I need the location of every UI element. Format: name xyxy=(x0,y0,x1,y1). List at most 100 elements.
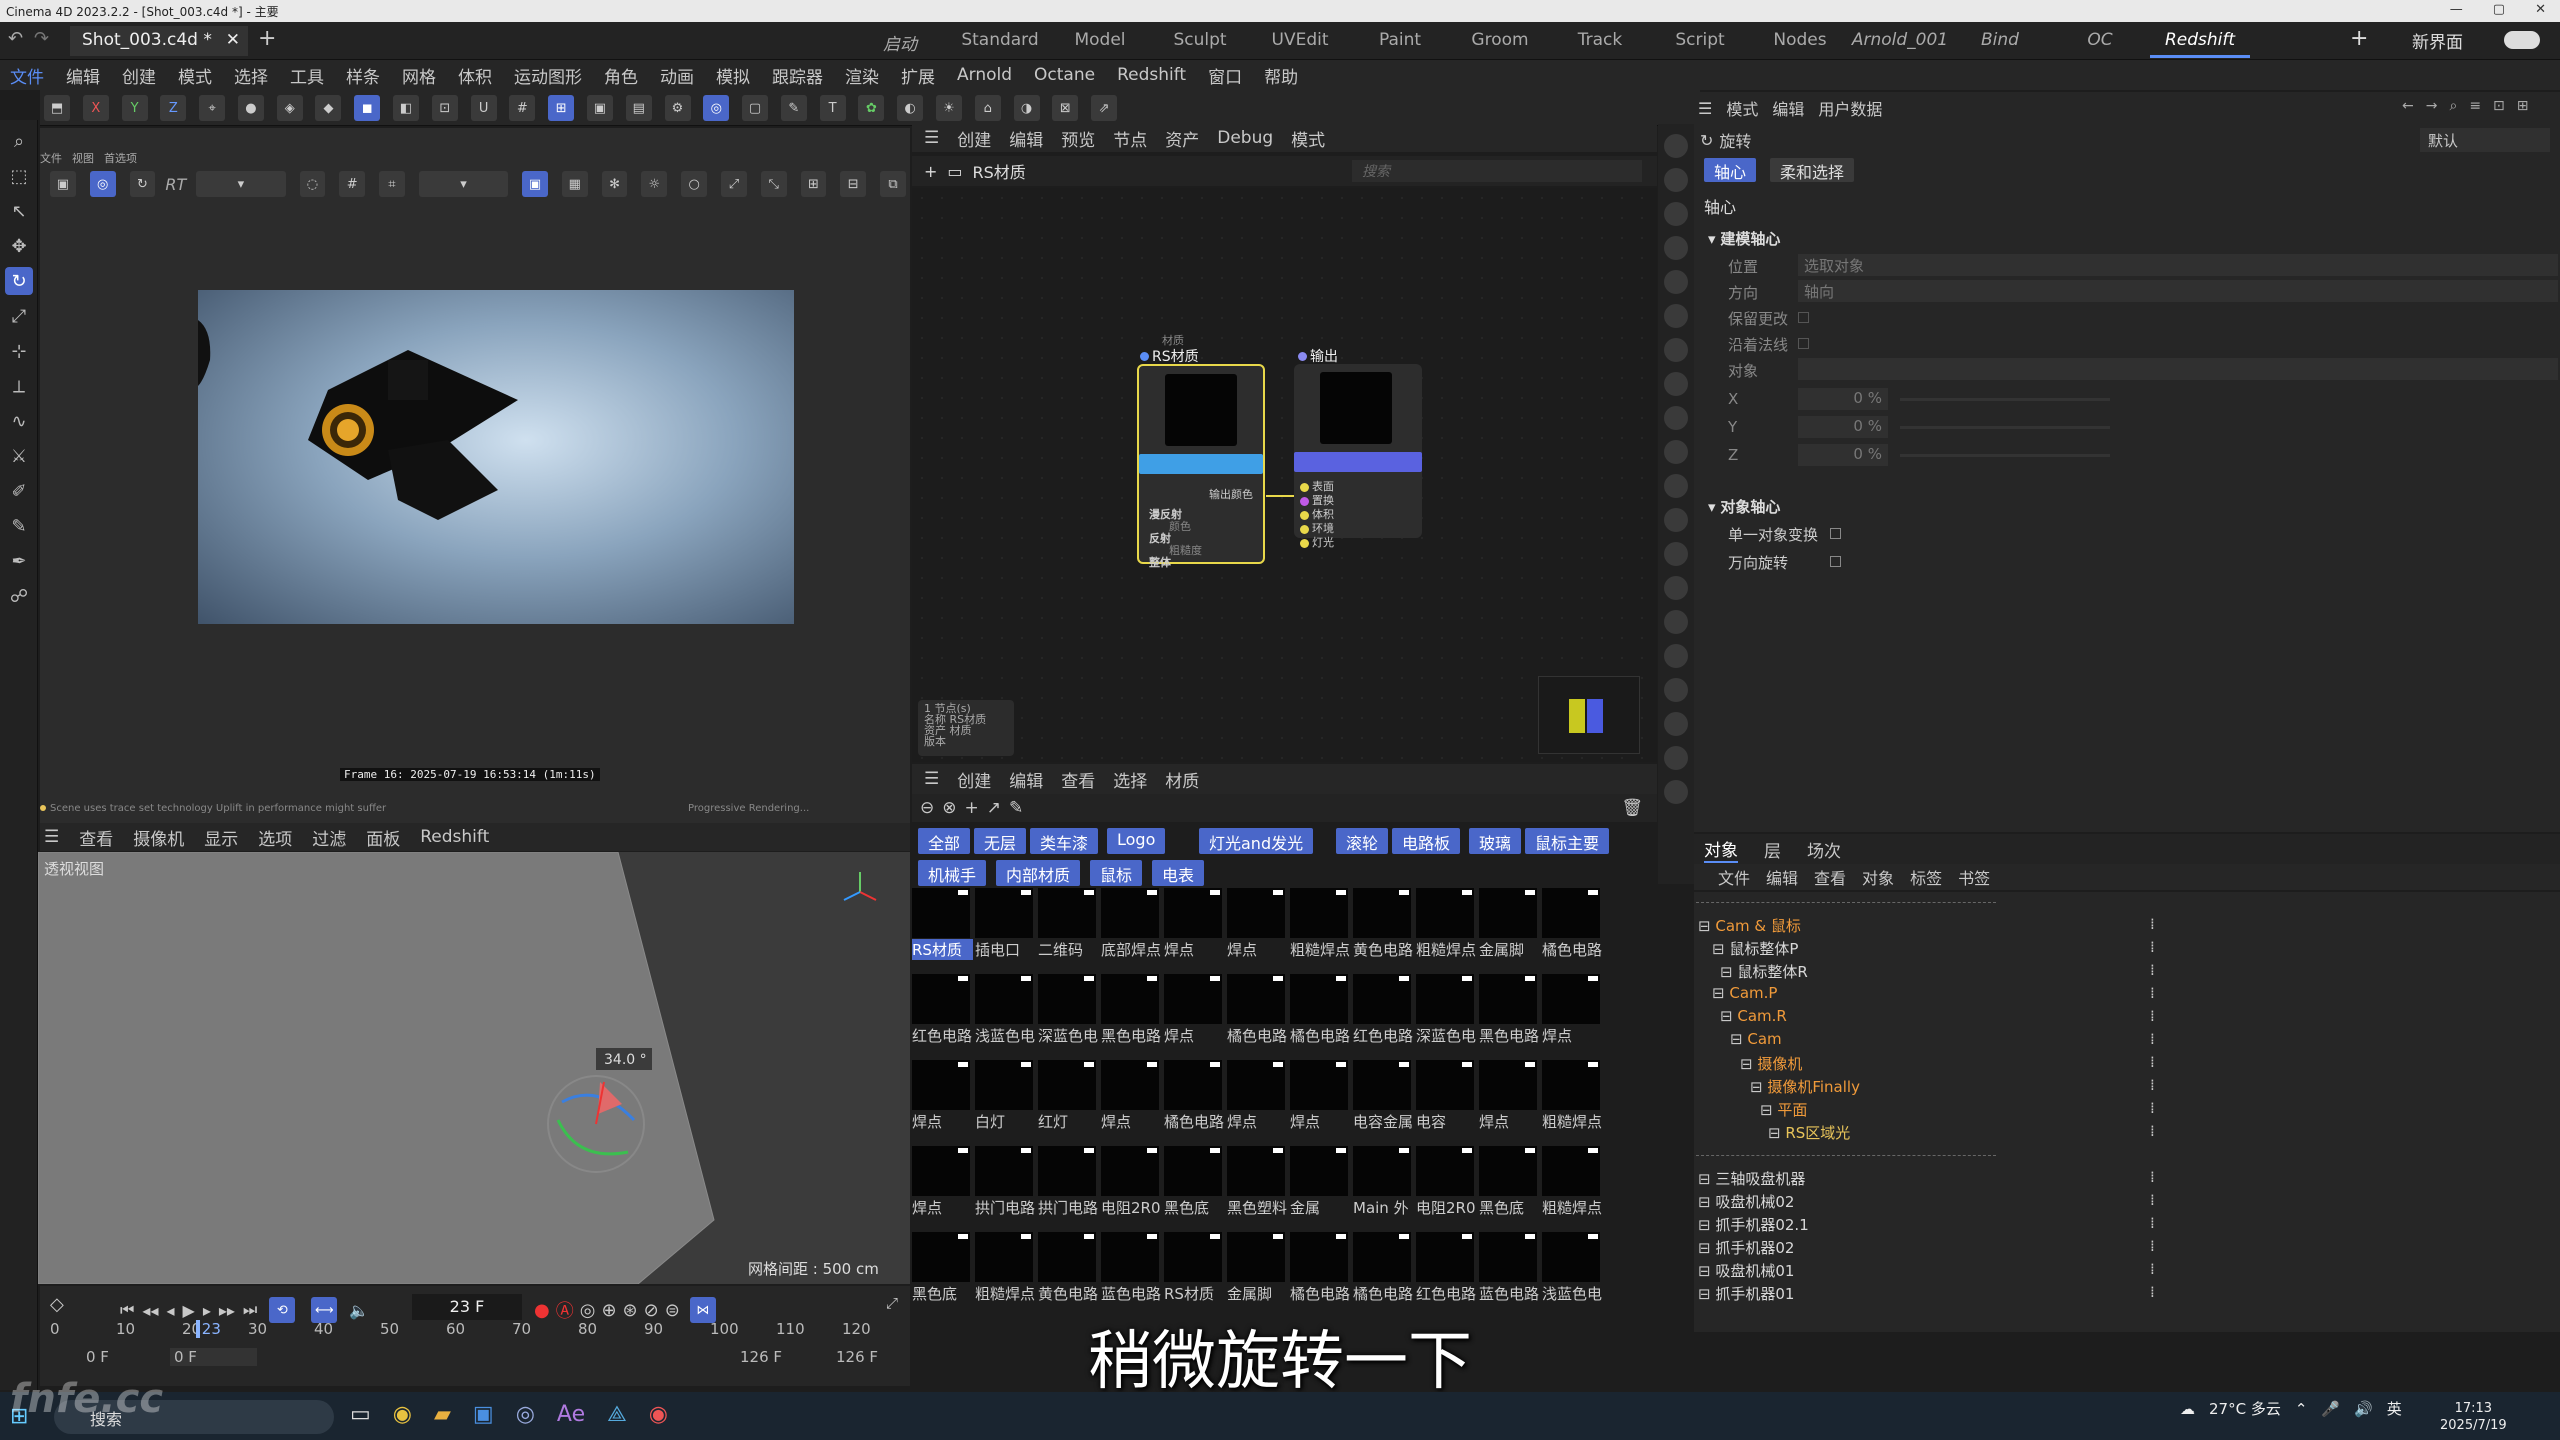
menu-item[interactable]: 创建 xyxy=(122,63,156,88)
material-swatch[interactable]: RS材质 xyxy=(912,888,973,960)
visibility-icon[interactable]: ⁞ xyxy=(2150,1053,2155,1071)
camera4-icon[interactable] xyxy=(1664,746,1688,770)
single-transform-checkbox[interactable] xyxy=(1830,528,1841,539)
sun-icon[interactable] xyxy=(1664,372,1688,396)
rv-save-icon[interactable]: ▣ xyxy=(50,171,76,197)
material-swatch[interactable]: 粗糙焊点 xyxy=(1290,888,1351,959)
material-swatch[interactable]: 深蓝色电 xyxy=(1416,974,1477,1045)
snap-icon[interactable]: ⊡ xyxy=(431,95,458,121)
explorer-icon[interactable]: ▰ xyxy=(434,1402,451,1427)
node-menu-item[interactable]: Debug xyxy=(1217,128,1273,148)
rot-key-icon[interactable]: ⊛ xyxy=(623,1300,638,1321)
mat-menu-item[interactable]: 编辑 xyxy=(1009,767,1043,792)
visibility-icon[interactable]: ⁞ xyxy=(2150,961,2155,979)
attr-filter-icon[interactable]: ≡ xyxy=(2469,98,2481,114)
object-row[interactable] xyxy=(1696,902,1996,903)
spline-pen-icon[interactable]: ✒ xyxy=(5,547,33,575)
material-swatch[interactable]: 电容金属 xyxy=(1353,1060,1414,1131)
layout-tab[interactable]: Paint xyxy=(1350,24,1450,58)
object-row[interactable]: ⊟ 摄像机 ⁞ xyxy=(1740,1053,2554,1075)
filter-tag[interactable]: 滚轮 xyxy=(1336,828,1389,854)
filter-tag[interactable]: 类车漆 xyxy=(1030,828,1099,854)
filter-tag[interactable]: 电路板 xyxy=(1392,828,1461,854)
menu-item[interactable]: 跟踪器 xyxy=(772,63,823,88)
material-swatch[interactable]: 红灯 xyxy=(1038,1060,1099,1131)
next-frame-icon[interactable]: ▸ xyxy=(203,1301,211,1320)
play-icon[interactable]: ▶ xyxy=(183,1301,195,1320)
close-icon[interactable]: ✕ xyxy=(2535,2,2546,17)
plugin-icon[interactable] xyxy=(1664,304,1688,328)
rv-lock-icon[interactable]: ▣ xyxy=(522,171,548,197)
material-swatch[interactable]: 金属脚 xyxy=(1479,888,1540,959)
material-swatch[interactable]: 橘色电路 xyxy=(1353,1232,1414,1303)
node-menu-item[interactable]: 资产 xyxy=(1165,126,1199,151)
material-swatch[interactable]: 橘色电路 xyxy=(1227,974,1288,1045)
tag-icon[interactable]: ⊠ xyxy=(1052,95,1079,121)
expand-icon[interactable]: ⊟ xyxy=(1698,1170,1715,1188)
material-swatch[interactable]: 焊点 xyxy=(1227,888,1288,959)
rv-compare-icon[interactable]: ⊟ xyxy=(840,171,867,197)
tab-pivot[interactable]: 轴心 xyxy=(1704,158,1757,182)
visibility-icon[interactable]: ⁞ xyxy=(2150,984,2155,1002)
visibility-icon[interactable]: ⁞ xyxy=(2150,1099,2155,1117)
range-start[interactable]: 0 F xyxy=(86,1348,109,1366)
layout-tab[interactable]: Arnold_001 xyxy=(1850,24,1950,58)
object-row[interactable]: ⊟ Cam ⁞ xyxy=(1730,1030,2554,1052)
mat-menu-item[interactable]: 查看 xyxy=(1061,767,1095,792)
new-tab-icon[interactable]: + xyxy=(258,26,276,51)
axis-icon[interactable]: ⟂ xyxy=(5,372,33,400)
filter-tag[interactable]: 鼠标主要 xyxy=(1525,828,1610,854)
cloner-icon[interactable]: ✿ xyxy=(858,95,885,121)
expand-icon[interactable]: ⊟ xyxy=(1698,1193,1715,1211)
add-icon[interactable]: + xyxy=(924,162,937,181)
search-icon[interactable]: ⌕ xyxy=(5,127,33,155)
aftereffects-icon[interactable]: Ae xyxy=(557,1402,585,1427)
menu-item[interactable]: Arnold xyxy=(957,65,1012,85)
timeline-ruler[interactable]: 0 10 20 23 30 40 50 60 70 80 90 100 110 120 xyxy=(50,1320,900,1340)
undo-icon[interactable]: ↶ xyxy=(8,28,23,49)
cube-icon[interactable]: ▢ xyxy=(742,95,769,121)
expand-icon[interactable]: ⊟ xyxy=(1720,1007,1737,1025)
material-swatch[interactable]: 黑色电路 xyxy=(1101,974,1162,1045)
weather-text[interactable]: 27°C 多云 xyxy=(2209,1398,2281,1419)
layout-tab[interactable]: 启动 xyxy=(850,24,950,58)
layout-tab[interactable]: UVEdit xyxy=(1250,24,1350,58)
rv-rt-label[interactable]: RT xyxy=(165,175,186,194)
material-swatch[interactable]: 电阻2R0 xyxy=(1416,1146,1477,1217)
material-swatch[interactable]: 蓝色电路 xyxy=(1101,1232,1162,1303)
filter-tag[interactable]: 机械手 xyxy=(918,860,987,886)
grid-icon[interactable]: # xyxy=(509,95,536,121)
attr-menu-edit[interactable]: 编辑 xyxy=(1772,96,1804,120)
ime-label[interactable]: 英 xyxy=(2387,1398,2402,1419)
points-mode-icon[interactable]: ● xyxy=(237,95,264,121)
sound-icon[interactable]: 🔈 xyxy=(349,1301,369,1320)
rv-copy-icon[interactable]: ⧉ xyxy=(880,171,906,197)
obj-tab[interactable]: 对象 xyxy=(1704,836,1738,863)
material-swatch[interactable]: 黑色底 xyxy=(1479,1146,1540,1217)
object-row[interactable]: ⊟ Cam.P ⁞ xyxy=(1712,984,2554,1006)
material-swatch[interactable]: 红色电路 xyxy=(1353,974,1414,1045)
material-swatch[interactable]: 黑色底 xyxy=(912,1232,973,1303)
chrome-icon[interactable]: ◉ xyxy=(393,1402,412,1427)
layers-icon[interactable] xyxy=(1664,168,1688,192)
move-icon[interactable]: ✥ xyxy=(5,232,33,260)
timeline-expand-icon[interactable]: ⤢ xyxy=(886,1294,898,1312)
expand-icon[interactable]: ⊟ xyxy=(1730,1030,1747,1048)
rv-menu-item[interactable]: 文件 xyxy=(40,150,62,166)
object-row[interactable]: ⊟ 三轴吸盘机器 ⁞ xyxy=(1698,1168,2554,1190)
visibility-icon[interactable]: ⁞ xyxy=(2150,1214,2155,1232)
speaker-icon[interactable]: 🔊 xyxy=(2354,1400,2373,1418)
render-settings-icon[interactable]: ⚙ xyxy=(664,95,691,121)
expand-icon[interactable]: ⊟ xyxy=(1712,984,1729,1002)
material-swatch[interactable]: 红色电路 xyxy=(1416,1232,1477,1303)
material-swatch[interactable]: 焊点 xyxy=(1101,1060,1162,1131)
port-color[interactable]: 颜色 xyxy=(1169,518,1191,534)
object-row[interactable]: ⊟ RS区域光 ⁞ xyxy=(1768,1122,2554,1144)
mat-menu-item[interactable]: 材质 xyxy=(1165,767,1199,792)
material-swatch[interactable]: 焊点 xyxy=(1290,1060,1351,1131)
playhead-marker[interactable]: 23 xyxy=(195,1320,221,1338)
mat-menu-item[interactable]: 创建 xyxy=(957,767,991,792)
node-search-input[interactable]: 搜索 xyxy=(1352,160,1642,182)
material-add-icon[interactable]: + xyxy=(965,798,979,818)
object-link-field[interactable] xyxy=(1798,358,2558,380)
